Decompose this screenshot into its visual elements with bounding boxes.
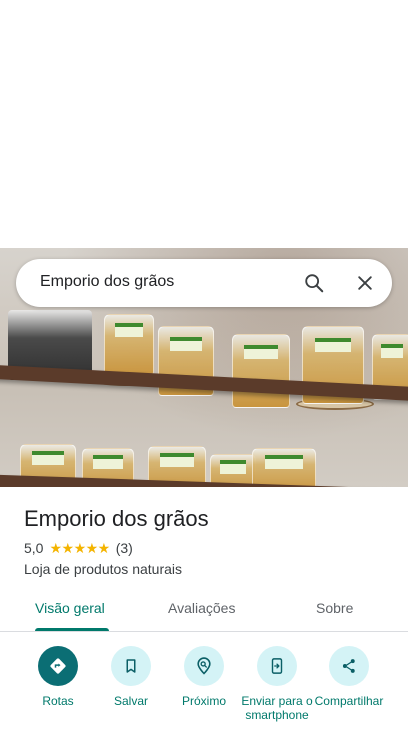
bookmark-icon xyxy=(111,646,151,686)
tab-about[interactable]: Sobre xyxy=(316,600,353,616)
search-input[interactable]: Emporio dos grãos xyxy=(40,273,174,291)
photo-product-bag xyxy=(232,334,290,408)
send-to-phone-icon xyxy=(257,646,297,686)
review-count: (3) xyxy=(115,540,133,556)
place-category: Loja de produtos naturais xyxy=(24,561,182,577)
map-area[interactable] xyxy=(0,0,408,248)
close-icon[interactable] xyxy=(353,271,377,295)
nearby-label: Próximo xyxy=(181,694,226,708)
tab-overview[interactable]: Visão geral xyxy=(35,600,105,616)
share-icon xyxy=(329,646,369,686)
send-to-phone-label: Enviar para o smartphone xyxy=(241,694,313,722)
search-icon[interactable] xyxy=(302,271,326,295)
share-button[interactable]: Compartilhar xyxy=(309,646,389,708)
rating-row[interactable]: 5,0 ★★★★★ (3) xyxy=(24,539,133,557)
tab-reviews[interactable]: Avaliações xyxy=(168,600,235,616)
save-button[interactable]: Salvar xyxy=(91,646,171,708)
tab-bar: Visão geral Avaliações Sobre xyxy=(0,590,408,632)
nearby-button[interactable]: Próximo xyxy=(164,646,244,708)
rating-value: 5,0 xyxy=(24,540,44,556)
share-label: Compartilhar xyxy=(314,694,384,708)
star-rating-icons: ★★★★★ xyxy=(49,539,110,556)
nearby-icon xyxy=(184,646,224,686)
save-label: Salvar xyxy=(113,694,148,708)
directions-button[interactable]: Rotas xyxy=(18,646,98,708)
photo-product-bag xyxy=(104,314,154,376)
directions-label: Rotas xyxy=(42,694,74,708)
send-to-phone-button[interactable]: Enviar para o smartphone xyxy=(237,646,317,722)
directions-icon xyxy=(38,646,78,686)
photo-product-bag xyxy=(252,448,316,487)
action-bar: Rotas Salvar Próximo Enviar para o smart… xyxy=(0,646,408,734)
active-tab-indicator xyxy=(35,628,109,631)
place-title: Emporio dos grãos xyxy=(24,506,209,531)
search-bar[interactable]: Emporio dos grãos xyxy=(16,259,392,307)
